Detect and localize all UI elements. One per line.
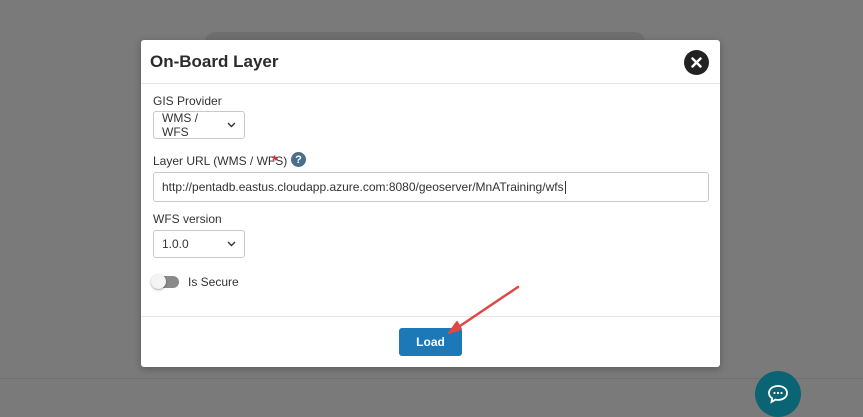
dialog-title: On-Board Layer: [150, 52, 279, 71]
gis-provider-label: GIS Provider: [153, 94, 222, 108]
wfs-version-value: 1.0.0: [162, 237, 189, 251]
gis-provider-value: WMS / WFS: [162, 111, 198, 139]
chevron-down-icon: [227, 122, 236, 128]
is-secure-toggle[interactable]: [151, 274, 179, 289]
layer-url-label: Layer URL (WMS / WFS): [153, 154, 288, 168]
close-icon: [691, 57, 702, 68]
text-cursor: [564, 180, 566, 194]
close-button[interactable]: [684, 50, 709, 75]
layer-url-value: http://pentadb.eastus.cloudapp.azure.com…: [162, 180, 564, 194]
footer-divider: [141, 316, 720, 317]
dialog-header: On-Board Layer: [141, 40, 720, 84]
required-indicator: *: [272, 152, 278, 168]
chat-button[interactable]: [755, 371, 801, 417]
chat-icon: [768, 385, 788, 404]
chevron-down-icon: [227, 241, 236, 247]
layer-url-input[interactable]: http://pentadb.eastus.cloudapp.azure.com…: [153, 172, 709, 202]
wfs-version-label: WFS version: [153, 212, 222, 226]
wfs-version-select[interactable]: 1.0.0: [153, 230, 245, 258]
load-button[interactable]: Load: [399, 328, 462, 356]
help-icon[interactable]: ?: [291, 152, 306, 167]
background-divider: [0, 378, 863, 379]
is-secure-label: Is Secure: [188, 275, 239, 289]
toggle-knob: [151, 274, 166, 289]
onboard-layer-dialog: On-Board Layer GIS Provider WMS / WFS La…: [141, 40, 720, 367]
gis-provider-select[interactable]: WMS / WFS: [153, 111, 245, 139]
